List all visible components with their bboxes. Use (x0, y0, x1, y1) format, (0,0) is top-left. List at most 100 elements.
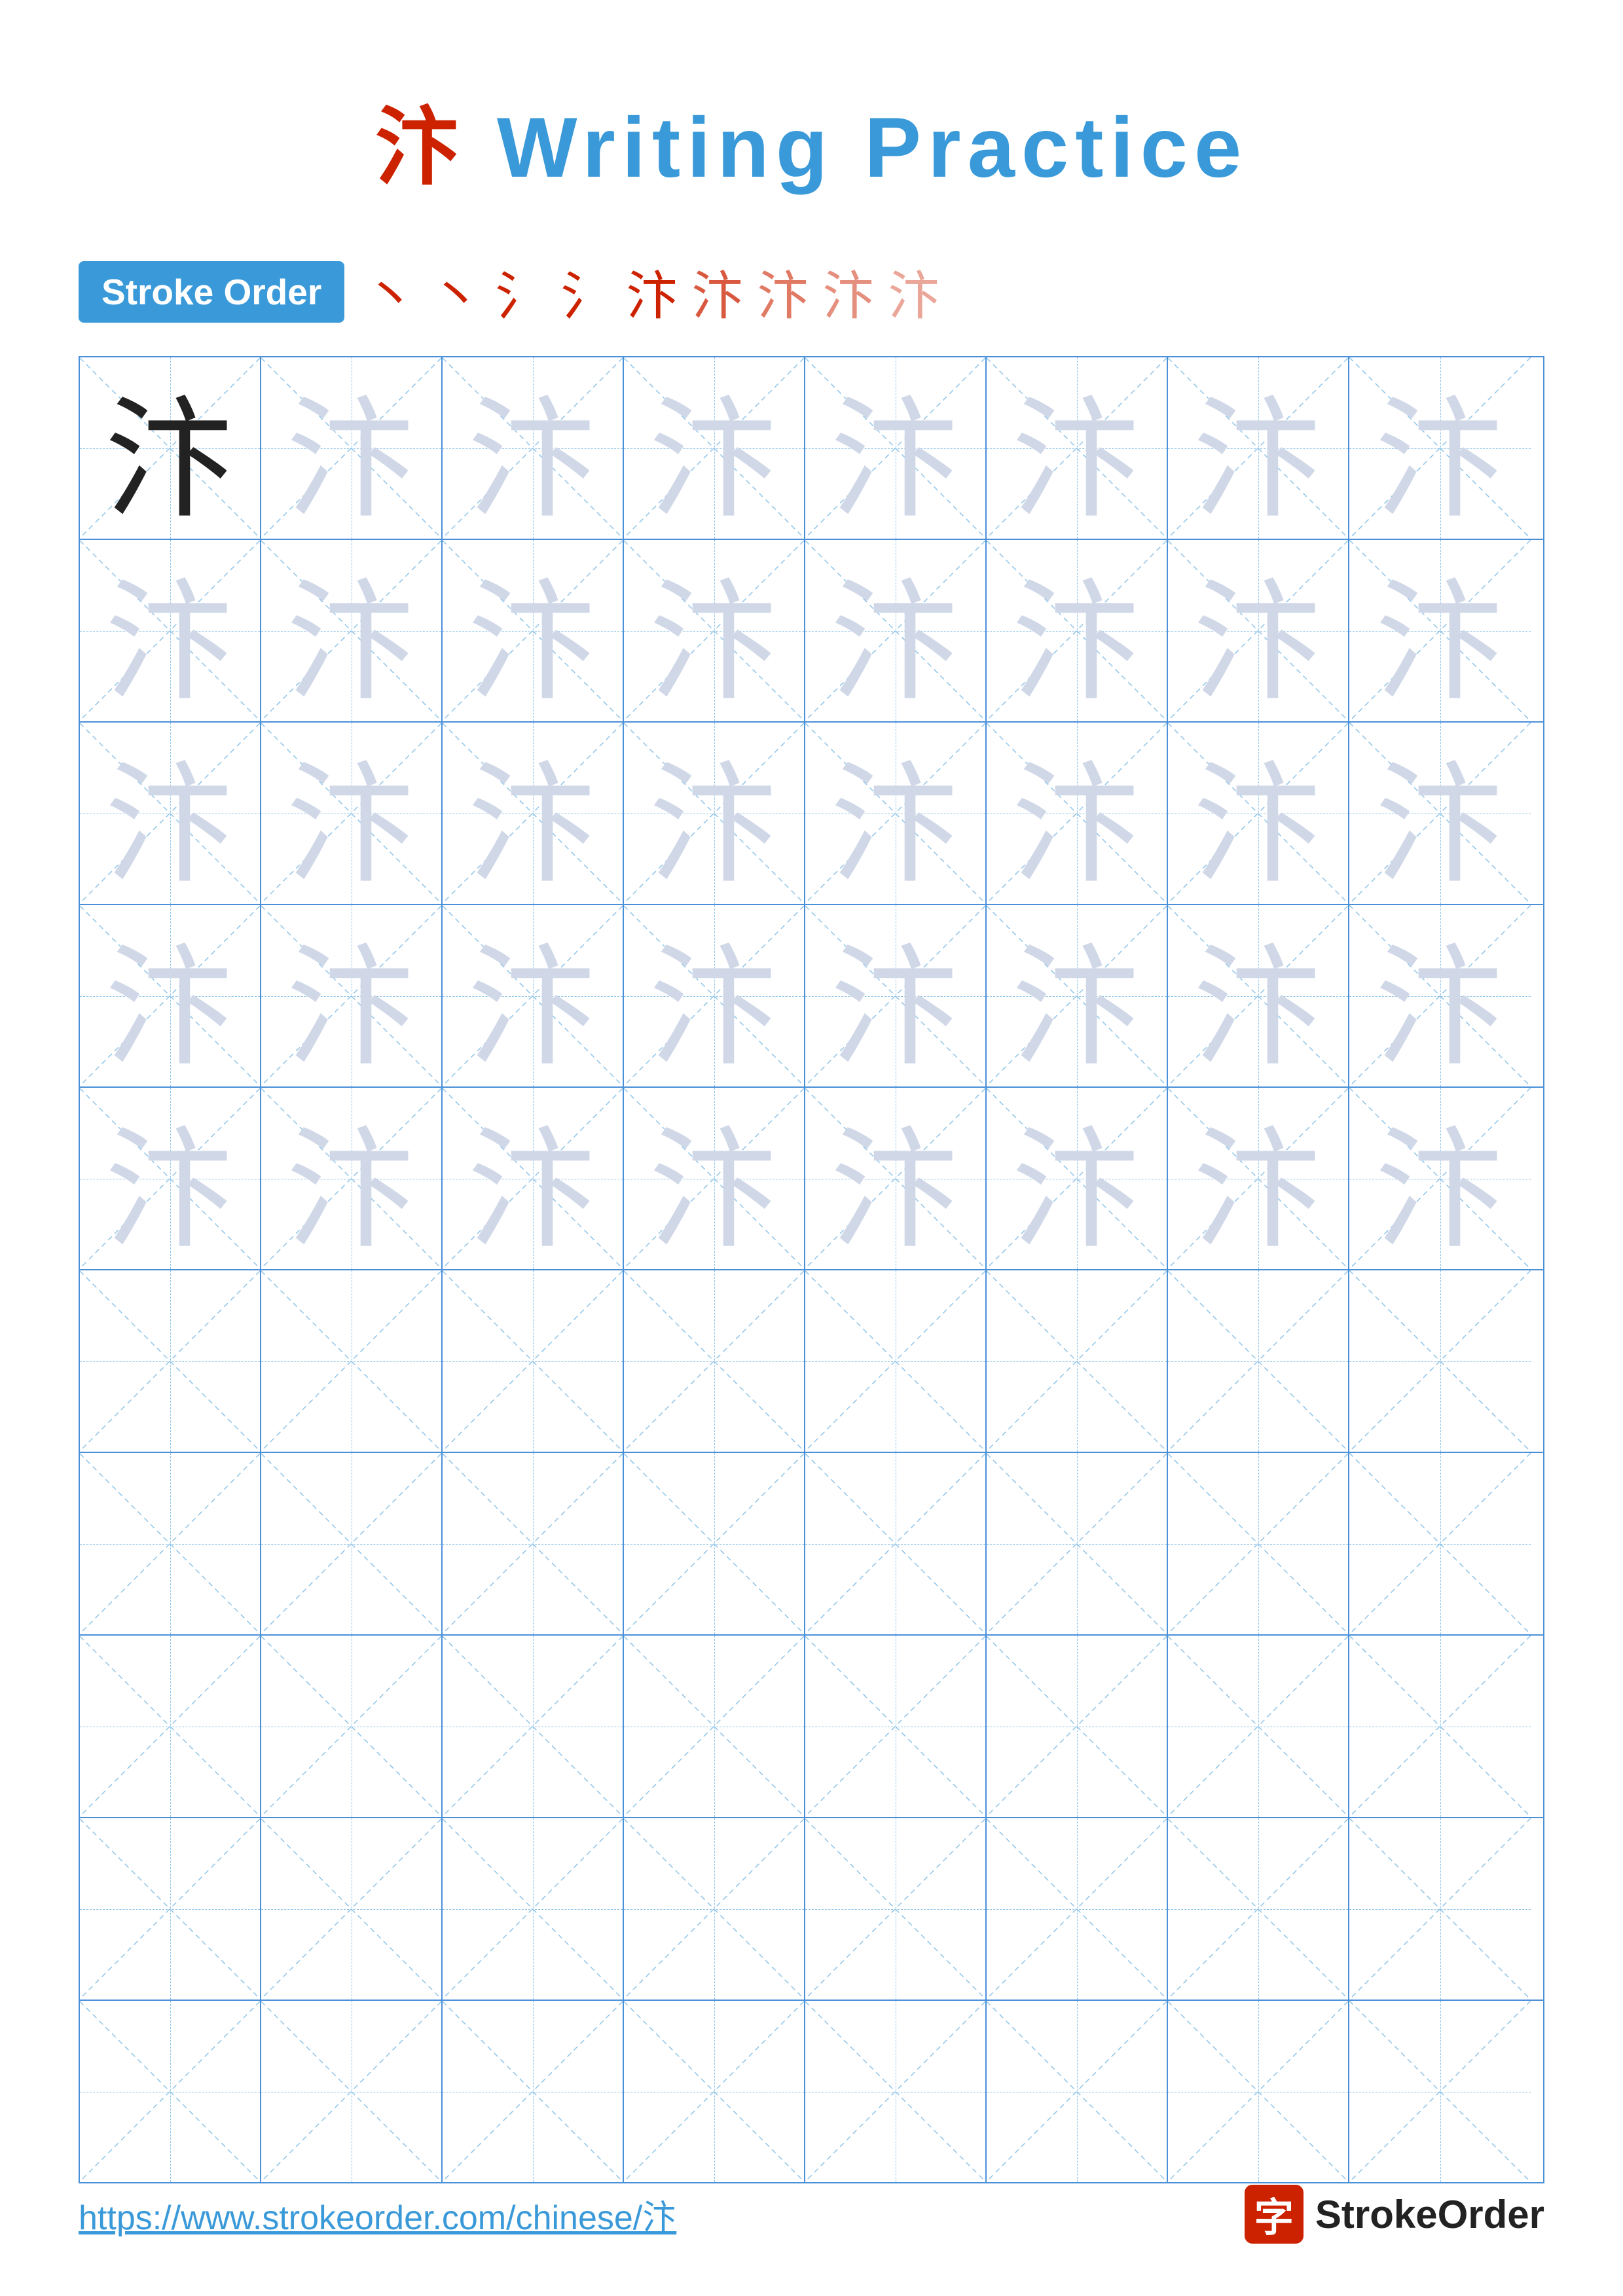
grid-cell[interactable]: 汴 (443, 540, 624, 721)
grid-cell[interactable]: 汴 (987, 723, 1168, 904)
char-display: 汴 (1011, 1088, 1142, 1269)
stroke-6: 汴 (691, 254, 744, 330)
grid-cell[interactable] (624, 1270, 805, 1452)
grid-cell[interactable]: 汴 (443, 905, 624, 1086)
grid-cell[interactable]: 汴 (805, 1088, 987, 1269)
char-display: 汴 (104, 723, 235, 904)
char-display: 汴 (467, 540, 598, 721)
grid-cell[interactable]: 汴 (1168, 357, 1349, 539)
grid-cell[interactable]: 汴 (80, 540, 261, 721)
char-display: 汴 (1011, 540, 1142, 721)
grid-cell[interactable]: 汴 (80, 723, 261, 904)
grid-cell[interactable]: 汴 (1349, 905, 1531, 1086)
grid-cell[interactable]: 汴 (443, 1088, 624, 1269)
grid-cell[interactable] (261, 1270, 443, 1452)
grid-cell[interactable]: 汴 (624, 540, 805, 721)
grid-cell[interactable] (624, 1818, 805, 2000)
char-display: 汴 (830, 723, 960, 904)
grid-cell[interactable]: 汴 (261, 723, 443, 904)
grid-cell[interactable] (805, 1270, 987, 1452)
grid-cell[interactable]: 汴 (987, 1088, 1168, 1269)
char-display: 汴 (467, 357, 598, 539)
char-display: 汴 (830, 1088, 960, 1269)
char-display: 汴 (285, 905, 416, 1086)
grid-cell[interactable] (624, 1453, 805, 1634)
grid-row-6 (80, 1270, 1543, 1453)
char-display: 汴 (1192, 723, 1323, 904)
grid-cell[interactable]: 汴 (443, 357, 624, 539)
grid-cell[interactable]: 汴 (805, 723, 987, 904)
grid-cell[interactable]: 汴 (624, 905, 805, 1086)
grid-cell[interactable]: 汴 (987, 357, 1168, 539)
grid-cell[interactable] (805, 1636, 987, 1817)
grid-cell[interactable] (1349, 1818, 1531, 2000)
grid-cell[interactable] (443, 1270, 624, 1452)
grid-cell[interactable] (1168, 2001, 1349, 2182)
grid-cell[interactable]: 汴 (80, 905, 261, 1086)
grid-cell[interactable] (1349, 2001, 1531, 2182)
grid-cell[interactable] (624, 2001, 805, 2182)
grid-cell[interactable] (443, 1453, 624, 1634)
grid-cell[interactable] (805, 1818, 987, 2000)
grid-cell[interactable]: 汴 (987, 905, 1168, 1086)
grid-cell[interactable]: 汴 (624, 1088, 805, 1269)
grid-cell[interactable] (261, 1453, 443, 1634)
char-display: 汴 (1011, 723, 1142, 904)
grid-cell[interactable] (805, 1453, 987, 1634)
grid-cell[interactable] (987, 1636, 1168, 1817)
grid-cell[interactable] (261, 1818, 443, 2000)
practice-grid: 汴 汴 汴 汴 汴 汴 汴 汴 汴 (79, 356, 1544, 2183)
grid-cell[interactable]: 汴 (1349, 357, 1531, 539)
grid-cell[interactable] (261, 2001, 443, 2182)
grid-cell[interactable]: 汴 (80, 357, 261, 539)
grid-cell[interactable] (80, 1636, 261, 1817)
grid-cell[interactable] (80, 2001, 261, 2182)
grid-cell[interactable] (1349, 1453, 1531, 1634)
grid-cell[interactable] (987, 2001, 1168, 2182)
grid-cell[interactable]: 汴 (443, 723, 624, 904)
grid-cell[interactable]: 汴 (80, 1088, 261, 1269)
grid-cell[interactable]: 汴 (624, 357, 805, 539)
grid-cell[interactable] (261, 1636, 443, 1817)
grid-cell[interactable] (80, 1270, 261, 1452)
grid-cell[interactable]: 汴 (261, 905, 443, 1086)
grid-row-5: 汴 汴 汴 汴 汴 汴 汴 汴 (80, 1088, 1543, 1270)
grid-cell[interactable] (1349, 1270, 1531, 1452)
char-display: 汴 (104, 357, 235, 539)
grid-cell[interactable] (443, 1636, 624, 1817)
grid-cell[interactable] (1168, 1453, 1349, 1634)
grid-cell[interactable]: 汴 (805, 905, 987, 1086)
char-display: 汴 (1374, 905, 1505, 1086)
grid-cell[interactable] (987, 1453, 1168, 1634)
grid-cell[interactable] (80, 1818, 261, 2000)
grid-cell[interactable] (443, 2001, 624, 2182)
grid-cell[interactable] (805, 2001, 987, 2182)
grid-cell[interactable]: 汴 (1168, 723, 1349, 904)
footer-url[interactable]: https://www.strokeorder.com/chinese/汴 (79, 2190, 676, 2239)
grid-cell[interactable]: 汴 (261, 540, 443, 721)
grid-cell[interactable]: 汴 (987, 540, 1168, 721)
grid-cell[interactable] (1349, 1636, 1531, 1817)
grid-cell[interactable]: 汴 (1349, 540, 1531, 721)
grid-cell[interactable]: 汴 (805, 540, 987, 721)
grid-cell[interactable]: 汴 (624, 723, 805, 904)
grid-cell[interactable]: 汴 (1168, 540, 1349, 721)
grid-cell[interactable]: 汴 (1168, 905, 1349, 1086)
grid-cell[interactable]: 汴 (1168, 1088, 1349, 1269)
grid-cell[interactable]: 汴 (1349, 723, 1531, 904)
grid-cell[interactable] (443, 1818, 624, 2000)
grid-cell[interactable] (1168, 1818, 1349, 2000)
grid-cell[interactable] (1168, 1270, 1349, 1452)
char-display: 汴 (467, 723, 598, 904)
grid-cell[interactable]: 汴 (805, 357, 987, 539)
grid-row-3: 汴 汴 汴 汴 汴 汴 汴 汴 (80, 723, 1543, 905)
grid-cell[interactable] (80, 1453, 261, 1634)
grid-cell[interactable]: 汴 (261, 357, 443, 539)
grid-cell[interactable] (624, 1636, 805, 1817)
grid-cell[interactable] (1168, 1636, 1349, 1817)
grid-cell[interactable]: 汴 (1349, 1088, 1531, 1269)
char-display: 汴 (1192, 1088, 1323, 1269)
grid-cell[interactable] (987, 1270, 1168, 1452)
grid-cell[interactable]: 汴 (261, 1088, 443, 1269)
grid-cell[interactable] (987, 1818, 1168, 2000)
